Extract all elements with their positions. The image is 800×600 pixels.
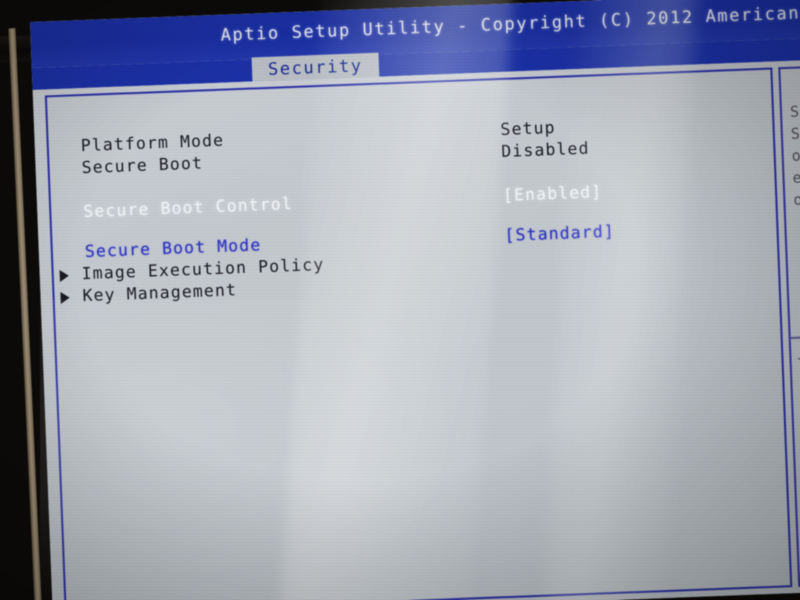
setting-label[interactable]: Secure Boot Mode [84,235,261,261]
setting-value[interactable]: [Enabled] [503,182,603,205]
right-column-divider [790,334,800,340]
setting-value[interactable]: Disabled [501,139,590,161]
setting-label[interactable]: Platform Mode [80,131,224,155]
setting-label[interactable]: Key Management [82,280,237,305]
submenu-arrow-icon [59,269,69,283]
bios-screen: Aptio Setup Utility - Copyright (C) 2012… [30,0,800,600]
help-text-line: enro [792,167,800,187]
submenu-arrow-icon [60,291,70,305]
key-legend-panel: →←: S↑↓: SEnter+/-:F1: GF3: OF4: SESC: [780,67,800,430]
setting-value[interactable]: [Standard] [504,222,615,245]
bios-main-panel: Platform Mode Setup Secure Boot Disabled Sec… [44,67,793,600]
help-panel: Secu Secu only enro oper [780,67,800,208]
laptop-screen-photo: Aptio Setup Utility - Copyright (C) 2012… [0,0,800,600]
help-text-line: Secu [789,101,800,121]
help-text-line: Secu [790,123,800,143]
setting-label[interactable]: Secure Boot [81,153,203,177]
setting-label[interactable]: Secure Boot Control [83,194,293,221]
setting-value[interactable]: Setup [500,118,556,139]
help-text-line: oper [793,189,800,209]
help-text-line: only [791,145,800,165]
